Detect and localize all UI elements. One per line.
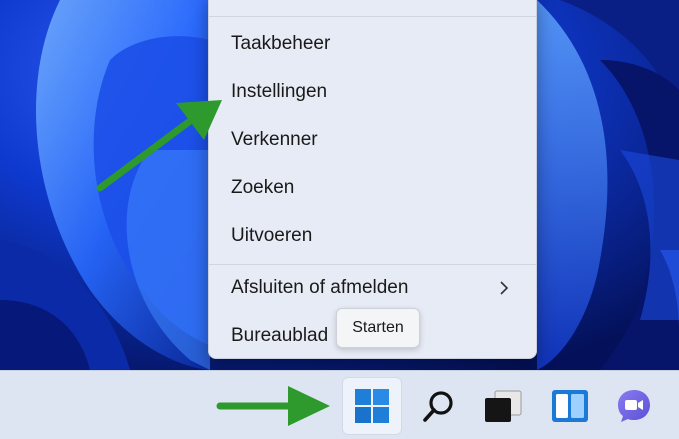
menu-item-label: Taakbeheer <box>231 33 331 54</box>
chevron-right-icon <box>500 281 509 295</box>
widgets-button[interactable] <box>540 377 600 435</box>
menu-item-label: Uitvoeren <box>231 225 313 246</box>
menu-item-instellingen[interactable]: Instellingen <box>209 70 536 114</box>
windows-logo-icon <box>355 389 389 423</box>
menu-item-taakbeheer[interactable]: Taakbeheer <box>209 22 536 66</box>
widgets-icon <box>552 390 588 422</box>
teams-chat-icon <box>618 390 650 422</box>
search-button[interactable] <box>409 377 469 435</box>
menu-separator <box>209 16 536 17</box>
menu-item-uitvoeren[interactable]: Uitvoeren <box>209 214 536 258</box>
tooltip-text: Starten <box>352 319 404 336</box>
menu-item-label: Afsluiten of afmelden <box>231 277 409 298</box>
menu-item-label: Instellingen <box>231 81 328 102</box>
menu-item-verkenner[interactable]: Verkenner <box>209 118 536 162</box>
menu-item-label: Bureaublad <box>231 325 329 346</box>
search-icon <box>423 391 453 422</box>
chat-button[interactable] <box>604 377 664 435</box>
start-button[interactable] <box>342 377 402 435</box>
menu-item-zoeken[interactable]: Zoeken <box>209 166 536 210</box>
taskbar <box>0 370 679 439</box>
start-tooltip: Starten <box>336 308 420 348</box>
task-view-icon <box>485 390 522 422</box>
task-view-button[interactable] <box>473 377 533 435</box>
menu-item-afsluiten[interactable]: Afsluiten of afmelden <box>209 266 536 310</box>
winx-context-menu: Taakbeheer Instellingen Verkenner Zoeken… <box>208 0 537 359</box>
menu-separator <box>209 264 536 265</box>
menu-item-label: Verkenner <box>231 129 318 150</box>
menu-item-label: Zoeken <box>231 177 295 198</box>
